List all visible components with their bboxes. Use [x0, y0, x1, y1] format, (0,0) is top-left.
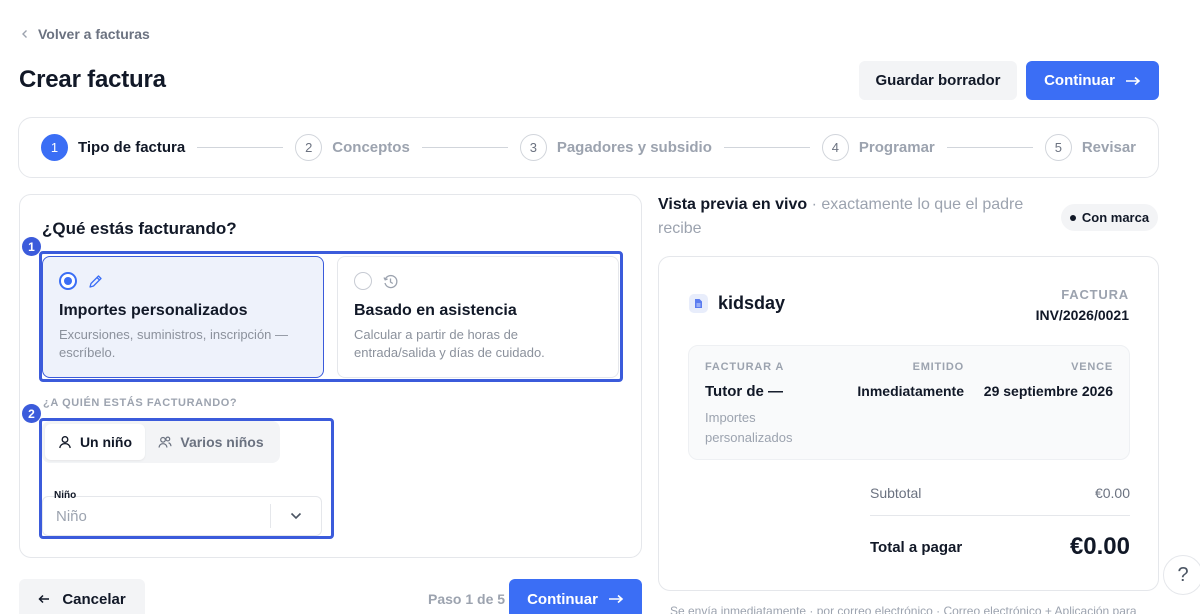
issued-label: EMITIDO — [912, 361, 964, 373]
step-number: 3 — [519, 134, 547, 161]
preview-title: Vista previa en vivo — [658, 196, 808, 213]
annotation-marker-1: 1 — [22, 237, 41, 256]
segment-one-child[interactable]: Un niño — [45, 424, 145, 460]
segment-label: Un niño — [79, 434, 133, 450]
due-value: 29 septiembre 2026 — [983, 383, 1113, 399]
pencil-icon — [89, 274, 102, 288]
invoice-preview: kidsday FACTURA INV/2026/0021 FACTURAR A… — [658, 256, 1159, 591]
step-label: Pagadores y subsidio — [556, 139, 712, 156]
invoice-kind: FACTURA — [1061, 287, 1129, 302]
subtotal-value: €0.00 — [1094, 485, 1130, 501]
stepper: 1 Tipo de factura 2 Conceptos 3 Pagadore… — [18, 117, 1159, 178]
preview-heading: Vista previa en vivo · exactamente lo qu… — [658, 193, 1038, 241]
step-count: Paso 1 de 5 — [428, 591, 506, 607]
step-number: 4 — [821, 134, 849, 161]
option-description: Calcular a partir de horas de entrada/sa… — [354, 327, 545, 360]
step-line-items[interactable]: 2 Conceptos — [295, 134, 410, 161]
total-row: Total a pagar €0.00 — [870, 533, 1130, 561]
cancel-button[interactable]: Cancelar — [19, 579, 145, 614]
invoice-type-question: ¿Qué estás facturando? — [42, 219, 237, 238]
step-number: 5 — [1044, 134, 1072, 161]
invoice-number: INV/2026/0021 — [1035, 307, 1129, 323]
step-connector — [197, 147, 284, 148]
help-button[interactable]: ? — [1163, 555, 1200, 595]
branded-badge[interactable]: Con marca — [1061, 204, 1158, 231]
step-label: Revisar — [1081, 139, 1137, 156]
step-connector — [421, 147, 508, 148]
annotation-marker-2: 2 — [22, 404, 41, 423]
page-title: Crear factura — [19, 66, 166, 93]
user-icon — [59, 436, 71, 449]
child-field-label: Niño — [54, 490, 77, 501]
option-title: Importes personalizados — [59, 302, 248, 319]
radio-selected[interactable] — [59, 272, 77, 290]
users-icon — [158, 436, 172, 448]
total-label: Total a pagar — [870, 538, 963, 556]
option-description: Excursiones, suministros, inscripción — … — [59, 327, 289, 360]
step-label: Tipo de factura — [78, 139, 186, 156]
step-payers[interactable]: 3 Pagadores y subsidio — [519, 134, 712, 161]
segment-multiple-children[interactable]: Varios niños — [145, 424, 277, 460]
arrow-right-icon — [608, 594, 624, 604]
continue-button-bottom[interactable]: Continuar — [509, 579, 642, 614]
back-link-label: Volver a facturas — [38, 26, 150, 42]
chevron-left-icon — [22, 30, 27, 38]
invoice-header: FACTURA INV/2026/0021 — [1036, 287, 1129, 323]
document-icon — [689, 294, 708, 313]
issued-value: Inmediatamente — [857, 383, 964, 399]
option-custom-amounts[interactable]: Importes personalizados Excursiones, sum… — [42, 256, 324, 378]
option-title: Basado en asistencia — [354, 302, 517, 319]
child-count-toggle: Un niño Varios niños — [42, 421, 280, 463]
back-link[interactable]: Volver a facturas — [20, 26, 150, 42]
continue-button-top[interactable]: Continuar — [1026, 61, 1159, 100]
bill-to-sub: Importes personalizados — [705, 410, 793, 445]
step-connector — [723, 147, 810, 148]
subtotal-label: Subtotal — [870, 485, 922, 501]
invoice-meta: FACTURAR A Tutor de — Importes personali… — [688, 345, 1130, 460]
clock-history-icon — [383, 274, 398, 288]
total-value: €0.00 — [1069, 533, 1130, 560]
cancel-label: Cancelar — [62, 590, 126, 608]
invoice-brand: kidsday — [689, 293, 785, 314]
delivery-note: Se envía inmediatamente · por correo ele… — [670, 604, 1137, 614]
child-select[interactable]: Niño — [42, 496, 322, 536]
save-draft-button[interactable]: Guardar borrador — [859, 61, 1017, 100]
step-review[interactable]: 5 Revisar — [1044, 134, 1137, 161]
bill-to-value: Tutor de — — [705, 383, 784, 400]
step-schedule[interactable]: 4 Programar — [821, 134, 935, 161]
arrow-right-icon — [1125, 76, 1141, 85]
child-select-placeholder: Niño — [56, 507, 87, 525]
dot-icon — [1069, 214, 1076, 221]
subtotal-row: Subtotal €0.00 — [870, 485, 1130, 501]
chevron-down-icon[interactable] — [271, 512, 321, 520]
step-invoice-type[interactable]: 1 Tipo de factura — [41, 134, 185, 161]
billing-target-label: ¿A QUIÉN ESTÁS FACTURANDO? — [43, 397, 238, 409]
due: VENCE 29 septiembre 2026 — [984, 361, 1113, 399]
due-label: VENCE — [1071, 361, 1113, 373]
step-number: 2 — [295, 134, 323, 161]
totals-divider — [870, 515, 1130, 516]
continue-label: Continuar — [527, 590, 598, 608]
step-label: Conceptos — [332, 139, 410, 156]
continue-label: Continuar — [1044, 72, 1115, 89]
option-attendance-based[interactable]: Basado en asistencia Calcular a partir d… — [337, 256, 619, 378]
step-connector — [946, 147, 1033, 148]
bill-to: FACTURAR A Tutor de — Importes personali… — [705, 361, 815, 448]
bill-to-label: FACTURAR A — [705, 361, 785, 373]
branded-badge-label: Con marca — [1081, 210, 1150, 225]
arrow-left-icon — [38, 594, 50, 604]
step-number: 1 — [41, 134, 68, 161]
step-label: Programar — [858, 139, 935, 156]
radio-unselected[interactable] — [354, 272, 372, 290]
issued: EMITIDO Inmediatamente — [857, 361, 964, 399]
brand-name: kidsday — [718, 293, 786, 313]
segment-label: Varios niños — [180, 434, 264, 450]
